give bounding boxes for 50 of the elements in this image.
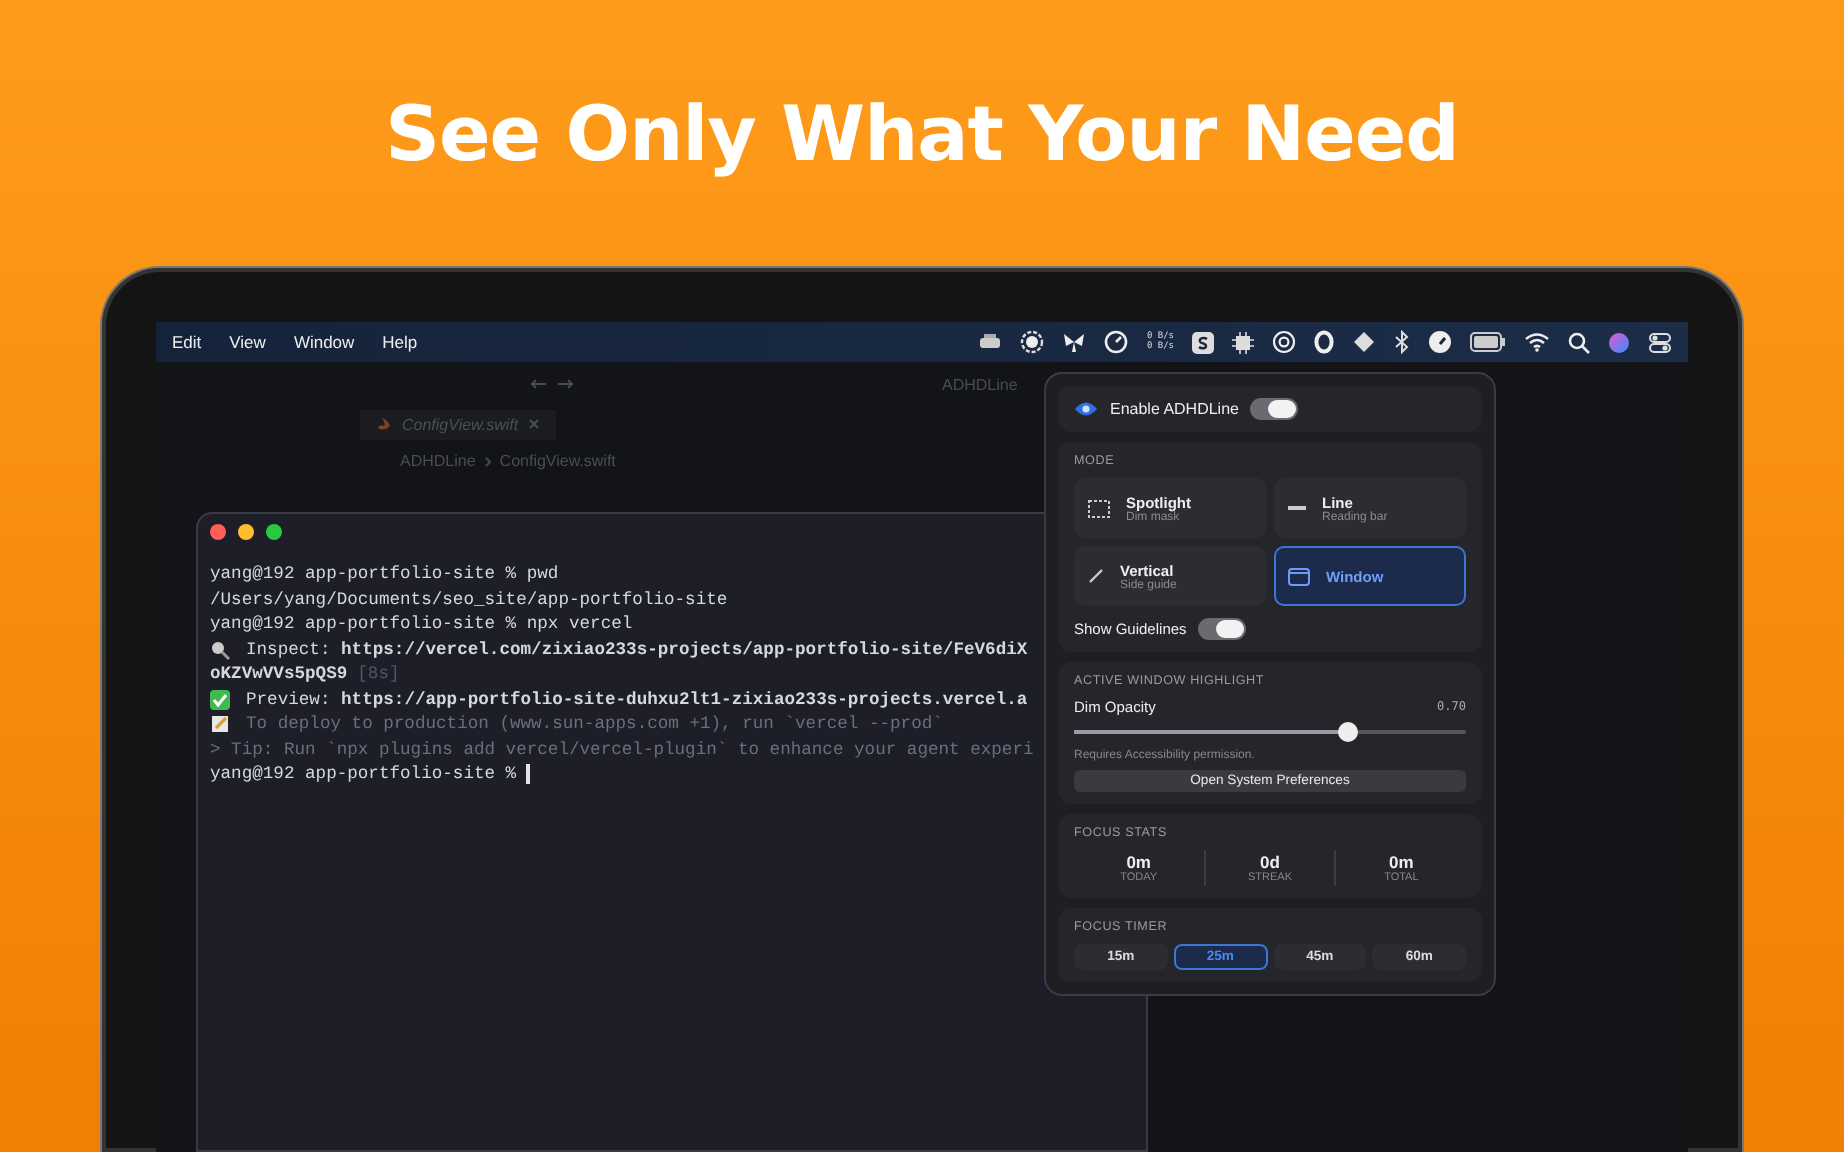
printer-icon[interactable]: [978, 332, 1003, 352]
terminal-line: /Users/yang/Documents/seo_site/app-portfolio-site: [210, 587, 728, 612]
stat-value: 0m: [1126, 852, 1151, 872]
window-icon: [1288, 567, 1310, 585]
terminal-line: Preview: https://app-portfolio-site-duhxu2lt1-zixiao233s-projects.vercel.a: [246, 687, 1028, 712]
siri-orb-icon[interactable]: [1608, 331, 1630, 353]
slider-thumb[interactable]: [1338, 722, 1359, 742]
headline: See Only What Your Need: [385, 89, 1459, 177]
menu-item[interactable]: Help: [382, 332, 418, 352]
duration-note: [8s]: [357, 662, 400, 687]
control-center-icon[interactable]: [1648, 331, 1672, 353]
diamond-icon[interactable]: [1352, 330, 1376, 354]
ring-icon[interactable]: [1314, 330, 1334, 354]
guidelines-toggle[interactable]: [1198, 618, 1247, 640]
terminal-line: yang@192 app-portfolio-site %: [210, 762, 517, 787]
text-cursor: [526, 764, 531, 785]
slash-icon: [1088, 568, 1104, 584]
dashed-square-icon: [1088, 499, 1110, 517]
battery-icon[interactable]: [1470, 332, 1506, 352]
menu-item[interactable]: View: [229, 332, 266, 352]
terminal-line: > Tip: Run `npx plugins add vercel/vercel-plugin` to enhance your agent experi: [210, 737, 1034, 762]
menu-item[interactable]: Window: [293, 332, 355, 352]
memo-icon: [210, 714, 230, 735]
enable-label: Enable ADHDLine: [1110, 400, 1239, 418]
chip-icon[interactable]: [1232, 331, 1254, 353]
terminal-line: yang@192 app-portfolio-site % npx vercel: [210, 612, 633, 637]
stat-value: 0m: [1389, 852, 1414, 872]
bluetooth-icon[interactable]: [1394, 330, 1410, 354]
eye-icon: [1074, 400, 1098, 418]
s-app-icon[interactable]: [1192, 331, 1214, 353]
gauge-icon[interactable]: [1104, 330, 1129, 354]
close-button[interactable]: [210, 524, 226, 540]
terminal-line: To deploy to production (www.sun-apps.com +1), run `vercel --prod`: [246, 712, 943, 737]
zoom-button[interactable]: [266, 524, 282, 540]
enable-toggle[interactable]: [1250, 398, 1299, 420]
magnifier-icon: [210, 639, 230, 660]
chevron-right-icon: [483, 455, 492, 467]
stat-value: 0d: [1260, 852, 1280, 872]
minimize-button[interactable]: [238, 524, 254, 540]
terminal-line: oKZVwVVs5pQS9: [210, 662, 348, 687]
terminal-line: yang@192 app-portfolio-site % pwd: [210, 562, 559, 587]
project-title: ADHDLine: [942, 375, 1018, 393]
speedometer-icon[interactable]: [1428, 330, 1452, 354]
record-icon[interactable]: [1020, 330, 1045, 354]
search-icon[interactable]: [1568, 331, 1590, 353]
target-icon[interactable]: [1272, 330, 1296, 354]
checkmark-icon: [210, 689, 230, 710]
terminal-line: Inspect: https://vercel.com/zixiao233s-projects/app-portfolio-site/FeV6diX: [246, 637, 1028, 662]
menu-item[interactable]: Edit: [172, 332, 202, 352]
wifi-icon[interactable]: [1524, 332, 1550, 352]
